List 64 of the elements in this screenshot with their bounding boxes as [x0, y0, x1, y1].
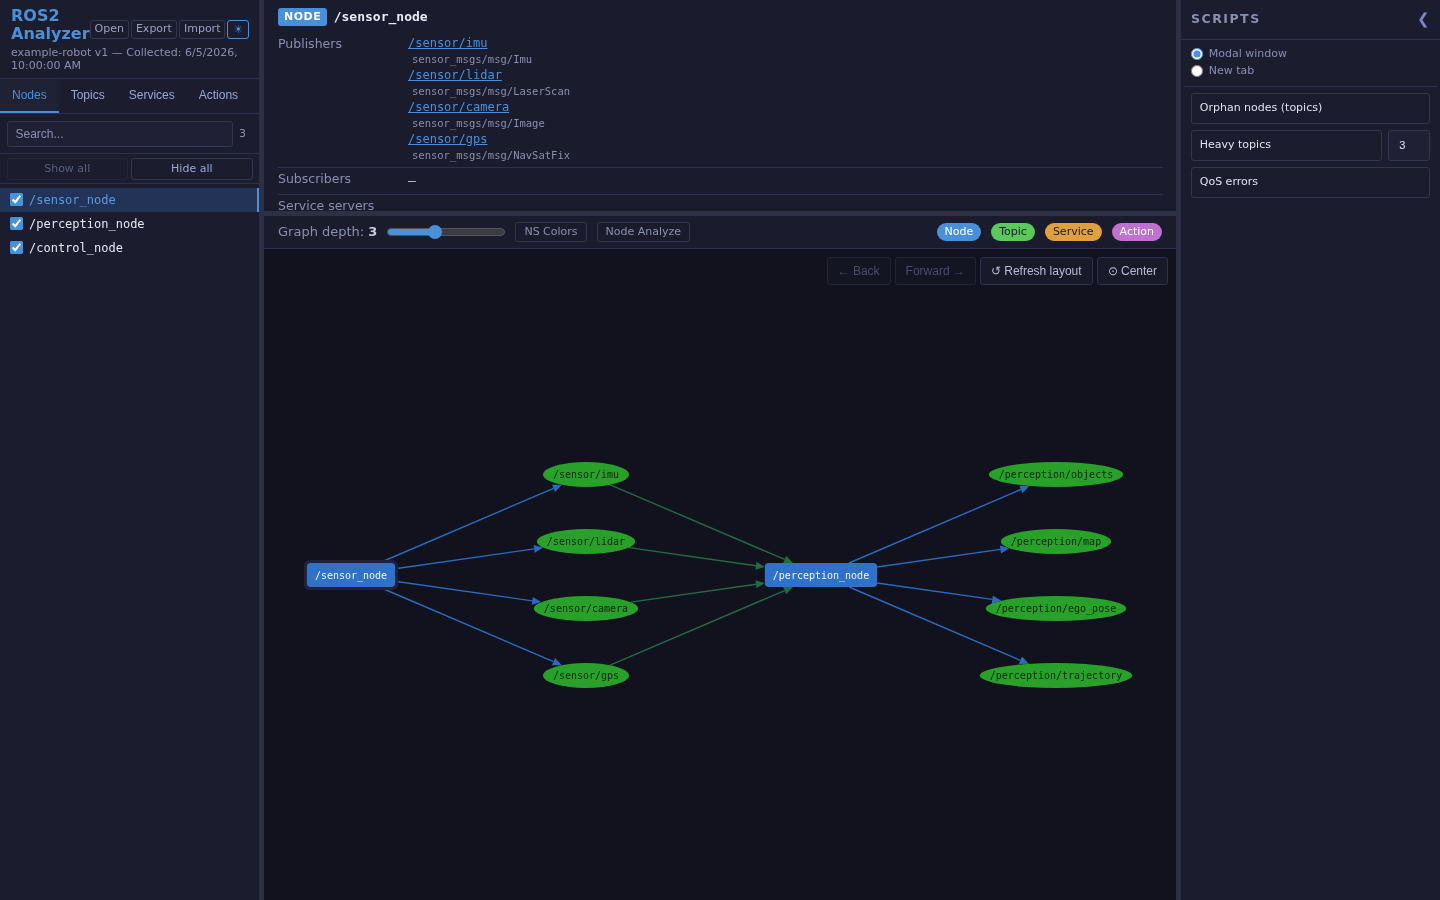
section-label: Publishers — [278, 36, 343, 53]
tab[interactable]: Services — [116, 79, 187, 114]
message-type: sensor_msgs/msg/LaserScan — [411, 84, 571, 100]
empty-value: – — [408, 172, 416, 190]
panel-title: SCRIPTS — [1191, 9, 1261, 28]
slider-track[interactable] — [387, 228, 506, 236]
file-button[interactable]: Import — [178, 19, 226, 39]
node-checkbox[interactable] — [10, 193, 23, 206]
legend-tag: Topic — [991, 222, 1035, 242]
section-label: Subscribers — [278, 171, 353, 188]
topic-link[interactable]: /sensor/imu — [408, 36, 488, 51]
message-type: sensor_msgs/msg/NavSatFix — [411, 148, 571, 164]
toolbar-button[interactable]: NS Colors — [515, 221, 587, 243]
tab[interactable]: Topics — [58, 79, 117, 114]
topic-link[interactable]: /sensor/camera — [408, 100, 510, 115]
collapse-button[interactable]: ❮ — [1417, 8, 1430, 31]
theme-toggle-button[interactable]: ☀ — [227, 19, 250, 39]
topic-node[interactable]: /perception/map — [1000, 529, 1112, 554]
script-button[interactable]: Orphan nodes (topics) — [1190, 93, 1431, 124]
node-checkbox[interactable] — [10, 217, 23, 230]
node-list-item[interactable]: /perception_node — [29, 214, 145, 233]
node-checkbox[interactable] — [10, 241, 23, 254]
tab[interactable]: Nodes — [0, 79, 59, 114]
collection-info: example-robot v1 — Collected: 6/5/2026, 10:00:00 AM — [10, 44, 239, 74]
node-badge: NODE — [278, 7, 328, 26]
topic-link[interactable]: /sensor/gps — [408, 132, 488, 147]
graph-button[interactable]: ↺ Refresh layout — [979, 257, 1093, 285]
topic-node[interactable]: /sensor/imu — [542, 462, 630, 487]
topic-node[interactable]: /sensor/lidar — [536, 529, 636, 554]
script-button[interactable]: QoS errors — [1190, 167, 1431, 198]
graph-depth-label: Graph depth: 3 — [278, 223, 378, 242]
legend-tag: Node — [936, 222, 982, 242]
legend-tag: Service — [1044, 222, 1102, 242]
topic-node[interactable]: /perception/ego_pose — [985, 596, 1127, 621]
radio-button[interactable] — [1190, 64, 1203, 77]
file-button[interactable]: Export — [130, 19, 177, 39]
result-count: 3 — [239, 127, 246, 141]
app-title: ROS2 Analyzer — [11, 6, 90, 43]
toolbar-button[interactable]: Node Analyze — [596, 221, 691, 243]
topic-node[interactable]: /perception/trajectory — [979, 663, 1133, 688]
search-field[interactable]: Search... — [6, 120, 233, 147]
section-label: Service servers — [278, 197, 376, 211]
topic-node[interactable]: /sensor/gps — [542, 663, 630, 688]
slider-thumb[interactable] — [427, 225, 442, 239]
visibility-button[interactable]: Hide all — [131, 157, 253, 180]
topic-node[interactable]: /sensor/camera — [533, 596, 639, 621]
topic-node[interactable]: /perception/objects — [988, 462, 1124, 487]
radio-button[interactable] — [1190, 48, 1203, 61]
script-button[interactable]: Heavy topics — [1190, 130, 1382, 161]
parameter-field[interactable]: 3 — [1388, 130, 1431, 161]
legend-tag: Action — [1111, 222, 1162, 242]
node-list-item[interactable]: /sensor_node — [29, 190, 116, 209]
graph-node[interactable]: /perception_node — [764, 563, 878, 587]
topic-link[interactable]: /sensor/lidar — [408, 68, 502, 83]
radio-label[interactable]: Modal window — [1208, 46, 1287, 63]
tab[interactable]: Actions — [186, 79, 251, 114]
node-list-item[interactable]: /control_node — [29, 238, 123, 257]
node-title: /sensor_node — [333, 8, 428, 27]
message-type: sensor_msgs/msg/Imu — [411, 52, 533, 68]
file-button[interactable]: Open — [89, 19, 129, 39]
radio-label[interactable]: New tab — [1208, 62, 1255, 79]
graph-button[interactable]: ⊙ Center — [1096, 257, 1168, 285]
message-type: sensor_msgs/msg/Image — [411, 116, 545, 132]
graph-node[interactable]: /sensor_node — [303, 560, 399, 590]
